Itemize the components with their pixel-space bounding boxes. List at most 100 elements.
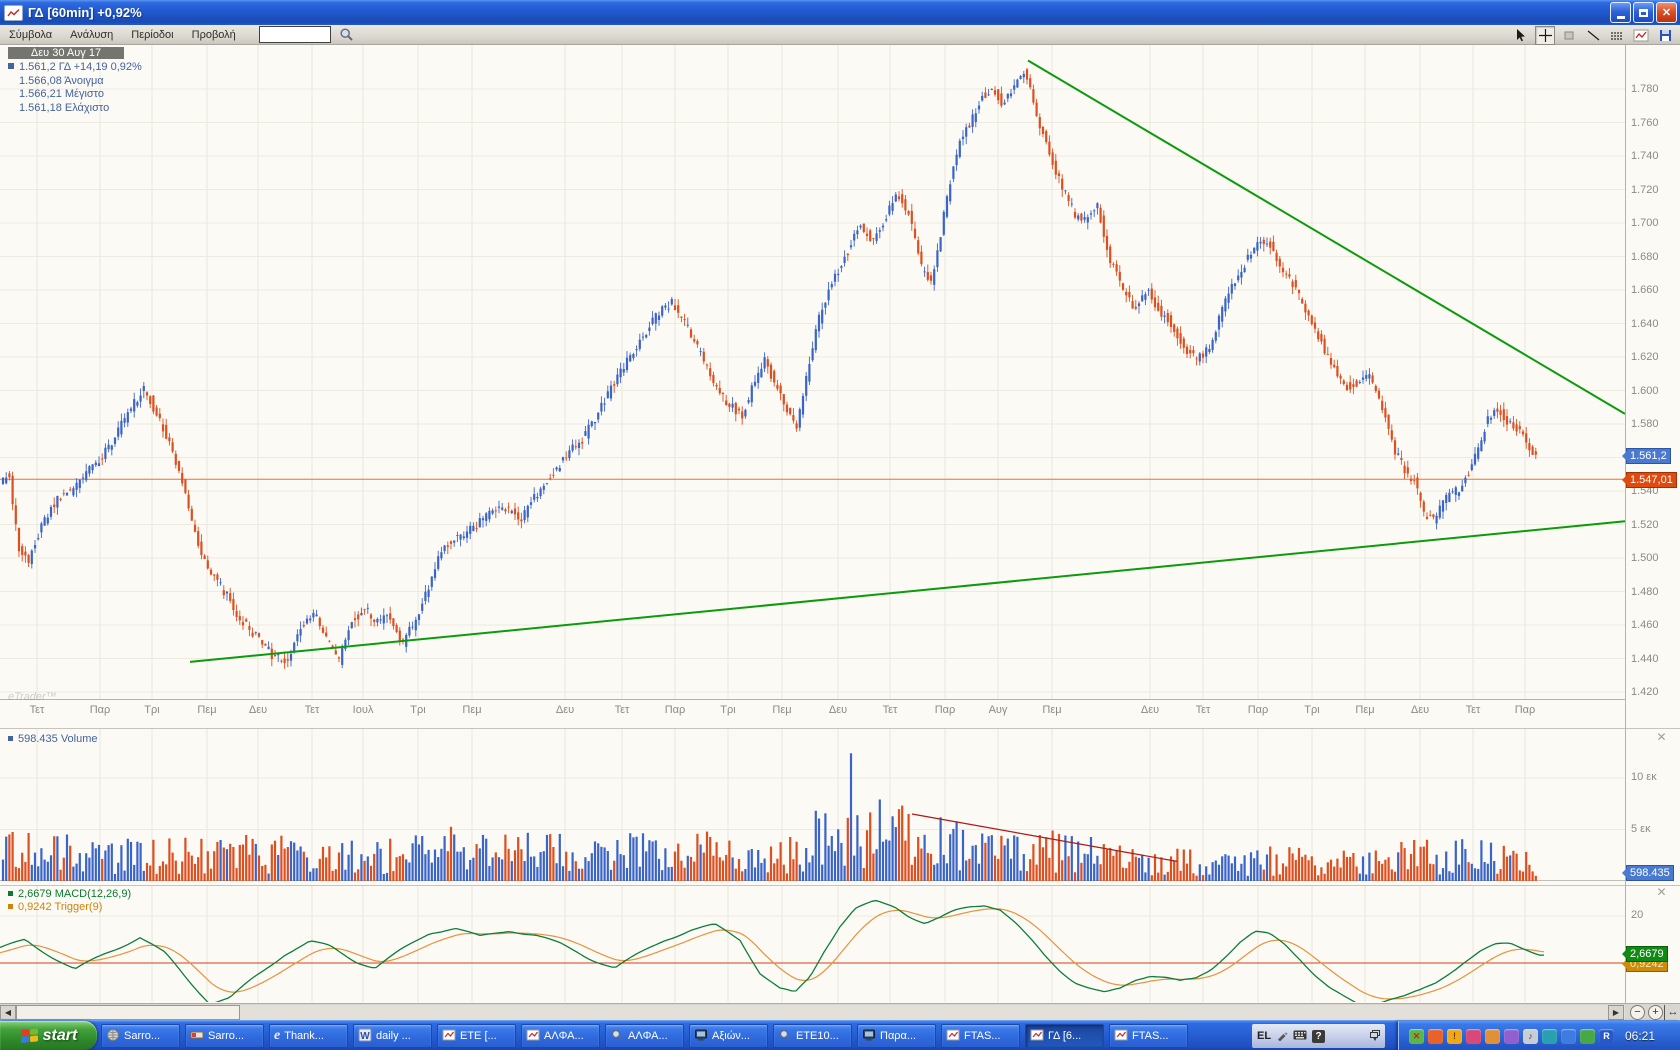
antispyware-icon[interactable] [1542,1029,1557,1044]
legend-date: Δευ 30 Αυγ 17 [8,47,124,59]
burn-app-icon[interactable] [1428,1029,1443,1044]
task-app-icon [190,1028,204,1045]
scroll-right-button[interactable]: ▶ [1608,1005,1624,1020]
x-axis-label: Τετ [30,704,45,716]
menu-item-2[interactable]: Περίοδοι [122,27,182,43]
pen-icon[interactable] [1276,1029,1288,1044]
minimize-button[interactable] [1610,2,1631,23]
menu-item-1[interactable]: Ανάλυση [61,27,122,43]
x-axis-label: Δευ [1411,704,1429,716]
network-status-icon[interactable] [1580,1029,1595,1044]
y-axis-label: 1.480 [1631,586,1659,598]
platform-watermark: eTrader™ [8,691,57,703]
taskbar-task-8[interactable]: ΕΤΕ10... [773,1024,852,1048]
save-tool-icon[interactable] [1655,26,1675,45]
scroll-left-button[interactable]: ◀ [0,1005,16,1020]
task-label: Αξιών... [712,1030,750,1042]
task-label: ETE [... [460,1030,497,1042]
task-app-icon [1114,1028,1128,1045]
task-app-icon: e [274,1028,280,1044]
chart-type-tool-icon[interactable] [1631,26,1651,45]
price-chart-canvas[interactable] [0,45,1680,700]
chart-area: 1.7801.7601.7401.7201.7001.6801.6601.640… [0,45,1680,1020]
select-region-tool-icon[interactable] [1559,26,1579,45]
taskbar-task-1[interactable]: Sarro... [185,1024,264,1048]
download-manager-icon[interactable] [1466,1029,1481,1044]
menu-item-0[interactable]: Σύμβολα [0,27,61,43]
x-axis-label: Τρι [1304,704,1319,716]
volume-axis-label: 5 εκ [1631,823,1651,835]
scrollbar-track[interactable] [0,1005,1625,1020]
x-axis-label: Δευ [1141,704,1159,716]
zoom-out-button[interactable]: − [1630,1005,1645,1020]
scrollbar-thumb[interactable] [16,1005,240,1020]
chart-window-icon [4,5,23,21]
y-axis-label: 1.580 [1631,418,1659,430]
x-axis-label: Πεμ [772,704,791,716]
task-label: Sarro... [124,1030,160,1042]
builder-app-icon[interactable] [1485,1029,1500,1044]
taskbar-task-0[interactable]: Sarro... [101,1024,180,1048]
task-label: daily ... [376,1030,411,1042]
help-icon[interactable]: ? [1312,1030,1325,1043]
system-tray: ✕!♪R 06:21 [1398,1021,1680,1050]
symbol-search-input[interactable] [259,26,331,43]
zoom-in-button[interactable]: + [1648,1005,1663,1020]
task-app-icon [1030,1028,1044,1045]
media-app-icon[interactable] [1504,1029,1519,1044]
y-axis-label: 1.680 [1631,251,1659,263]
menu-bar: ΣύμβολαΑνάλυσηΠερίοδοιΠροβολή [0,25,1680,45]
start-button[interactable]: start [0,1021,97,1050]
x-axis-label: Παρ [1515,704,1536,716]
y-axis-label: 1.600 [1631,385,1659,397]
keyboard-icon[interactable] [1293,1030,1307,1043]
horizontal-fit-button[interactable]: ↔ [1664,1005,1680,1020]
x-axis-label: Δευ [829,704,847,716]
task-label: FTAS... [1132,1030,1168,1042]
last-price-badge: 1.561,2 [1626,448,1671,464]
cursor-tool-icon[interactable] [1511,26,1531,45]
messenger-status-icon[interactable]: ✕ [1409,1029,1424,1044]
x-axis-label: Τετ [883,704,898,716]
x-axis-label: Δευ [556,704,574,716]
x-axis-label: Τετ [1466,704,1481,716]
maximize-button[interactable] [1633,2,1654,23]
macd-value-badge: 2,6679 [1626,946,1668,962]
taskbar-task-2[interactable]: e Thank... [269,1024,348,1048]
realplayer-icon[interactable]: R [1599,1029,1614,1044]
y-axis-label: 1.640 [1631,318,1659,330]
macd-chart-canvas[interactable] [0,885,1680,1002]
taskbar-task-6[interactable]: ΑΛΦΑ... [605,1024,684,1048]
security-alert-icon[interactable]: ! [1447,1029,1462,1044]
task-label: ΑΛΦΑ... [628,1030,668,1042]
x-axis-label: Πεμ [197,704,216,716]
x-axis-label: Ιουλ [353,704,374,716]
taskbar: start Sarro... Sarro... e Thank... W dai… [0,1020,1680,1050]
menu-item-3[interactable]: Προβολή [183,27,245,43]
application-window: ΓΔ [60min] +0,92% ✕ ΣύμβολαΑνάλυσηΠερίοδ… [0,0,1680,1050]
taskbar-task-7[interactable]: Αξιών... [689,1024,768,1048]
taskbar-task-9[interactable]: Παρα... [857,1024,936,1048]
window-title: ΓΔ [60min] +0,92% [28,5,142,20]
taskbar-task-4[interactable]: ETE [... [437,1024,516,1048]
macd-panel-close-icon[interactable]: ✕ [1655,886,1668,899]
taskbar-task-10[interactable]: FTAS... [941,1024,1020,1048]
legend-low-line: 1.561,18 Ελάχιστο [8,102,142,116]
taskbar-task-11[interactable]: ΓΔ [6... [1025,1024,1104,1048]
search-icon[interactable] [339,27,354,42]
toolbar-options-icon[interactable]: ▼ [1370,1030,1380,1043]
crosshair-tool-icon[interactable] [1535,26,1555,45]
taskbar-task-5[interactable]: ΑΛΦΑ... [521,1024,600,1048]
taskbar-task-12[interactable]: FTAS... [1109,1024,1188,1048]
messenger-window-icon[interactable] [1561,1029,1576,1044]
taskbar-task-3[interactable]: W daily ... [353,1024,432,1048]
volume-panel-close-icon[interactable]: ✕ [1655,731,1668,744]
x-axis-label: Τρι [410,704,425,716]
close-button[interactable]: ✕ [1656,2,1677,23]
y-axis-label: 1.740 [1631,150,1659,162]
volume-chart-canvas[interactable] [0,728,1680,882]
grid-tool-icon[interactable] [1607,26,1627,45]
volume-icon[interactable]: ♪ [1523,1029,1538,1044]
language-indicator[interactable]: EL [1257,1030,1271,1042]
trendline-tool-icon[interactable] [1583,26,1603,45]
